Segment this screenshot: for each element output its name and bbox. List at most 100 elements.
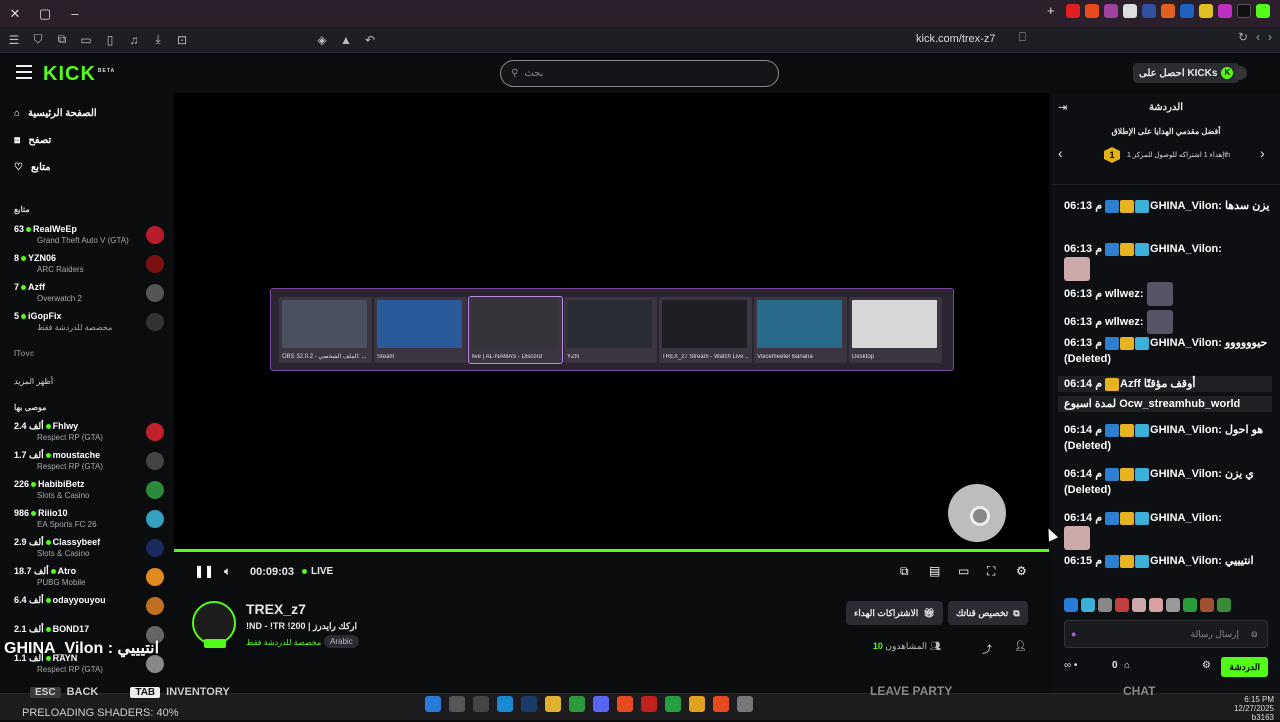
message-user[interactable]: wllwez:: [1105, 316, 1144, 328]
discord-icon[interactable]: [593, 696, 609, 712]
search-input[interactable]: ⚲ بحث: [500, 60, 779, 87]
window-thumbnail[interactable]: live | AL-NAMAS - Discord: [468, 296, 563, 364]
channel-item[interactable]: 6.4 ألف odayyouyou: [14, 595, 164, 623]
chat-message[interactable]: 06:13 م GHINA_Vilon: يزن سدها: [1064, 198, 1272, 214]
window-thumbnail[interactable]: YZN: [564, 297, 657, 363]
message-user[interactable]: GHINA_Vilon:: [1150, 337, 1222, 349]
brave-active-icon[interactable]: [713, 696, 729, 712]
show-more-link[interactable]: أظهر المزيد: [14, 377, 53, 386]
stream-category[interactable]: مخصصة للدردشة فقط: [246, 638, 321, 647]
search-taskbar-icon[interactable]: [449, 696, 465, 712]
chat-settings-icon[interactable]: ⚙: [1202, 660, 1211, 671]
user-avatar[interactable]: [1233, 66, 1247, 80]
steam-icon[interactable]: [521, 696, 537, 712]
doc-icon[interactable]: [1123, 4, 1137, 18]
emote-icon[interactable]: [1183, 598, 1197, 612]
new-tab-button[interactable]: +: [1047, 4, 1061, 18]
menu-icon[interactable]: ☰: [4, 30, 24, 50]
screenshot-icon[interactable]: ⊡: [172, 30, 192, 50]
channel-item[interactable]: 63 RealWeEp Grand Theft Auto V (GTA): [14, 224, 164, 252]
windows-start-icon[interactable]: [425, 696, 441, 712]
emote-icon[interactable]: [1166, 598, 1180, 612]
language-tag[interactable]: Arabic: [324, 635, 359, 648]
channel-item[interactable]: 226 HabibiBetz Slots & Casino: [14, 479, 164, 507]
window-thumbnail[interactable]: TREX_z7 Stream - Watch Live ...: [659, 297, 752, 363]
fullscreen-icon[interactable]: ⛶: [987, 564, 995, 579]
channel-item[interactable]: 18.7 ألف Atro PUBG Mobile: [14, 566, 164, 594]
chat-message[interactable]: 06:13 م wllwez:: [1064, 310, 1272, 334]
system-clock[interactable]: 6:15 PM 12/27/2025 b3163: [1234, 695, 1274, 722]
miniplayer-icon[interactable]: ⧉: [900, 564, 909, 579]
message-user[interactable]: GHINA_Vilon:: [1150, 468, 1222, 480]
game-icon[interactable]: [1161, 4, 1175, 18]
message-user[interactable]: GHINA_Vilon:: [1150, 243, 1222, 255]
chat-message[interactable]: 06:14 م GHINA_Vilon: ي يزن (Deleted): [1064, 466, 1272, 498]
restore-icon[interactable]: ▢: [30, 0, 60, 27]
tabs-icon[interactable]: ▭: [76, 30, 96, 50]
window-thumbnail[interactable]: Desktop: [849, 297, 942, 363]
brave-icon[interactable]: [617, 696, 633, 712]
emote-icon[interactable]: [1115, 598, 1129, 612]
reddit-icon[interactable]: [1085, 4, 1099, 18]
music-icon[interactable]: ♫: [124, 30, 144, 50]
chat-message[interactable]: 06:14 م GHINA_Vilon: هو احول (Deleted): [1064, 422, 1272, 454]
sidebar-item-following[interactable]: ♡ متابع: [14, 162, 51, 173]
chat-message[interactable]: لمدة اسبوع Ocw_streamhub_world: [1058, 396, 1272, 412]
infinity-icon[interactable]: ∞ •: [1064, 660, 1077, 671]
whatsapp-icon[interactable]: [665, 696, 681, 712]
task-view-icon[interactable]: [473, 696, 489, 712]
message-user[interactable]: GHINA_Vilon:: [1150, 512, 1222, 524]
pause-icon[interactable]: ❚❚: [194, 564, 214, 578]
volume-icon[interactable]: 🔈︎: [224, 564, 231, 579]
obs-icon[interactable]: [737, 696, 753, 712]
customize-channel-button[interactable]: تخصيص قناتك ⧉: [948, 601, 1028, 625]
gift-subs-button[interactable]: الاشتراكات الهداء 🎁︎: [846, 601, 943, 625]
kick-logo[interactable]: KICK BETA: [43, 63, 115, 86]
app-icon[interactable]: [1218, 4, 1232, 18]
emote-icon[interactable]: [1149, 598, 1163, 612]
web-icon[interactable]: [1180, 4, 1194, 18]
sidebar-item-home[interactable]: ⌂ الصفحة الرئيسية: [14, 108, 97, 119]
prev-arrow-icon[interactable]: ‹: [1058, 145, 1063, 161]
emote-icon[interactable]: [1200, 598, 1214, 612]
channel-item[interactable]: 2.9 ألف Classybeef Slots & Casino: [14, 537, 164, 565]
brave-shield-icon[interactable]: ◈: [312, 30, 332, 50]
emoji-icon[interactable]: ☺: [1250, 629, 1259, 639]
mic-icon[interactable]: ●: [1071, 629, 1076, 639]
chat-message[interactable]: 06:13 م GHINA_Vilon: حيوووووو (Deleted): [1064, 335, 1272, 367]
kick-tab-icon[interactable]: [1256, 4, 1270, 18]
app-icon[interactable]: [641, 696, 657, 712]
sidebar-icon[interactable]: ▯: [100, 30, 120, 50]
bookmarks-icon[interactable]: ⧉: [52, 30, 72, 50]
emote-icon[interactable]: [1098, 598, 1112, 612]
minimize-icon[interactable]: –: [60, 0, 90, 27]
emote-icon[interactable]: [1132, 598, 1146, 612]
url-text[interactable]: kick.com/trex-z7: [916, 33, 995, 45]
window-thumbnail[interactable]: Voicemeeter Banana: [754, 297, 847, 363]
chat-message[interactable]: 06:14 م Azff أوقف مؤقتًا: [1058, 376, 1272, 392]
next-arrow-icon[interactable]: ›: [1260, 145, 1265, 161]
bookmark-icon[interactable]: ⎕: [1019, 30, 1026, 45]
emote-icon[interactable]: [1081, 598, 1095, 612]
shield-icon[interactable]: ⛉: [28, 30, 48, 50]
offline-channel[interactable]: ITovc: [14, 349, 34, 358]
channel-item[interactable]: 2.4 ألف Fhlwy Respect RP (GTA): [14, 421, 164, 449]
xbox-icon[interactable]: [569, 696, 585, 712]
undo-icon[interactable]: ↶: [360, 30, 380, 50]
progress-bar[interactable]: [174, 549, 1049, 552]
channel-item[interactable]: 986 Riiio10 EA Sports FC 26: [14, 508, 164, 536]
clip-icon[interactable]: ▤: [929, 564, 940, 578]
message-user[interactable]: GHINA_Vilon:: [1150, 200, 1222, 212]
message-user[interactable]: Azff: [1120, 378, 1141, 390]
reload-icon[interactable]: ↻: [1238, 30, 1248, 44]
back-icon[interactable]: ‹: [1256, 30, 1260, 44]
edge-icon[interactable]: [497, 696, 513, 712]
get-kicks-button[interactable]: احصل على KICKs K: [1133, 63, 1240, 83]
emote-icon[interactable]: [1064, 598, 1078, 612]
chat-message[interactable]: 06:13 م wllwez:: [1064, 282, 1272, 306]
sidebar-item-browse[interactable]: ⧈ تصفح: [14, 135, 51, 146]
points-icon[interactable]: ⌂: [1124, 660, 1130, 671]
follow-icon[interactable]: 👤︎: [1014, 641, 1027, 652]
close-icon[interactable]: ✕: [0, 0, 30, 27]
downloads-icon[interactable]: ⤓: [148, 30, 168, 50]
